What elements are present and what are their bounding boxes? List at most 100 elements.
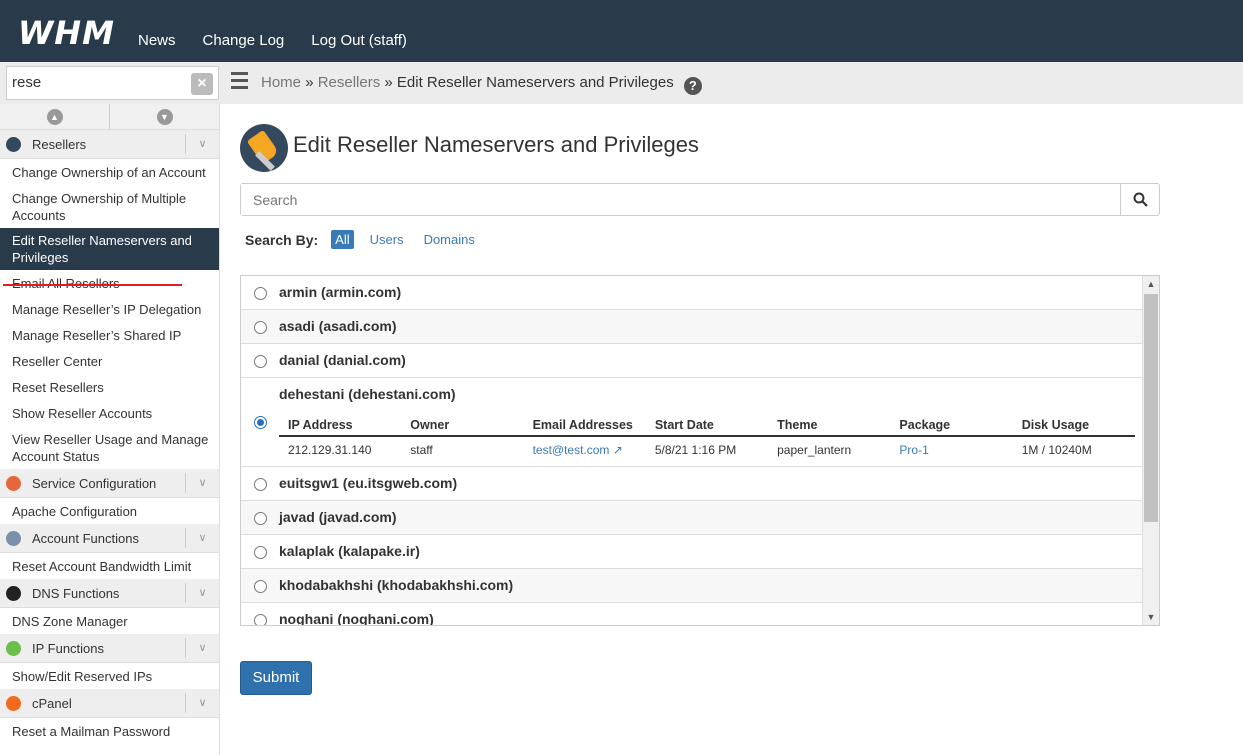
breadcrumb-separator: » [305, 74, 314, 91]
column-header: Theme [777, 418, 818, 432]
sidebar-search-input[interactable] [12, 67, 182, 97]
reseller-radio[interactable] [254, 478, 267, 491]
search-by-all[interactable]: All [331, 230, 354, 249]
menu-collapse-icon[interactable] [226, 72, 248, 92]
list-item[interactable]: armin (armin.com) [241, 276, 1143, 310]
search-by: Search By: All Users Domains [245, 230, 491, 249]
sidebar-scroll-down[interactable]: ▼ [109, 104, 219, 129]
wrench-icon [6, 476, 21, 491]
scrollbar-thumb[interactable] [1144, 294, 1158, 522]
search-button[interactable] [1120, 184, 1159, 215]
ip-address: 212.129.31.140 [288, 443, 372, 457]
chevron-down-icon[interactable]: ∨ [185, 638, 219, 658]
detail-value-row: 212.129.31.140 staff test@test.com ↗ 5/8… [279, 437, 1135, 457]
user-icon [6, 531, 21, 546]
package-link[interactable]: Pro-1 [899, 443, 928, 457]
search-by-users[interactable]: Users [366, 230, 408, 249]
reseller-radio[interactable] [254, 321, 267, 334]
sidebar-category-cpanel[interactable]: cPanel ∨ [0, 689, 219, 718]
sidebar-item-reserved-ips[interactable]: Show/Edit Reserved IPs [0, 663, 219, 689]
list-item[interactable]: noghani (noghani.com) [241, 603, 1143, 625]
sidebar-item-shared-ip[interactable]: Manage Reseller’s Shared IP [0, 322, 219, 348]
search-input[interactable] [241, 184, 1101, 215]
nav-change-log[interactable]: Change Log [203, 32, 285, 49]
reseller-radio[interactable] [254, 416, 267, 429]
help-icon[interactable]: ? [683, 77, 702, 95]
nav-logout[interactable]: Log Out (staff) [311, 32, 407, 49]
sidebar-item-change-ownership-multiple[interactable]: Change Ownership of Multiple Accounts [0, 185, 219, 228]
list-item[interactable]: danial (danial.com) [241, 344, 1143, 378]
sidebar-item-edit-reseller[interactable]: Edit Reseller Nameservers and Privileges [0, 228, 219, 270]
sidebar-item-mailman[interactable]: Reset a Mailman Password [0, 718, 219, 744]
annotation-underline [3, 284, 182, 286]
category-label: DNS Functions [32, 586, 120, 601]
sidebar-category-account[interactable]: Account Functions ∨ [0, 524, 219, 553]
reseller-detail-table: IP Address Owner Email Addresses Start D… [279, 418, 1135, 457]
sidebar-item-dns-zone[interactable]: DNS Zone Manager [0, 608, 219, 634]
sidebar-item-reseller-center[interactable]: Reseller Center [0, 348, 219, 374]
list-item[interactable]: asadi (asadi.com) [241, 310, 1143, 344]
column-header: Owner [410, 418, 450, 432]
chevron-down-icon[interactable]: ∨ [185, 528, 219, 548]
list-item[interactable]: kalaplak (kalapake.ir) [241, 535, 1143, 569]
sidebar-item-apache[interactable]: Apache Configuration [0, 498, 219, 524]
list-item-selected[interactable]: dehestani (dehestani.com) IP Address Own… [241, 378, 1143, 467]
sidebar-item-view-reseller-usage[interactable]: View Reseller Usage and Manage Account S… [0, 426, 219, 469]
reseller-name: javad (javad.com) [279, 509, 397, 525]
chevron-down-icon[interactable]: ∨ [185, 134, 219, 154]
sidebar-category-service[interactable]: Service Configuration ∨ [0, 469, 219, 498]
email-cell: test@test.com ↗ [524, 443, 646, 457]
chevron-down-icon[interactable]: ∨ [185, 473, 219, 493]
chevron-down-icon[interactable]: ∨ [185, 583, 219, 603]
search-icon [1133, 192, 1148, 207]
top-bar: WHM News Change Log Log Out (staff) [0, 0, 1243, 62]
detail-header-row: IP Address Owner Email Addresses Start D… [279, 418, 1135, 437]
whm-logo[interactable]: WHM [18, 14, 115, 52]
sidebar-item-change-ownership[interactable]: Change Ownership of an Account [0, 159, 219, 185]
scroll-down-icon[interactable]: ▼ [1143, 609, 1159, 625]
breadcrumb-separator: » [384, 74, 393, 91]
scroll-up-icon[interactable]: ▲ [1143, 276, 1159, 292]
reseller-radio[interactable] [254, 546, 267, 559]
list-item[interactable]: khodabakhshi (khodabakhshi.com) [241, 569, 1143, 603]
sidebar-category-ip[interactable]: IP Functions ∨ [0, 634, 219, 663]
list-item[interactable]: euitsgw1 (eu.itsgweb.com) [241, 467, 1143, 501]
breadcrumb-home[interactable]: Home [261, 74, 301, 91]
sidebar-item-email-resellers[interactable]: Email All Resellers [0, 270, 219, 296]
reseller-name: kalaplak (kalapake.ir) [279, 543, 420, 559]
column-header: Disk Usage [1021, 418, 1090, 432]
sidebar-item-show-reseller-accounts[interactable]: Show Reseller Accounts [0, 400, 219, 426]
list-scrollbar[interactable]: ▲ ▼ [1142, 276, 1159, 625]
search-by-domains[interactable]: Domains [420, 230, 479, 249]
external-link-icon[interactable]: ↗ [613, 443, 623, 457]
reseller-radio[interactable] [254, 614, 267, 625]
breadcrumb-resellers[interactable]: Resellers [318, 74, 381, 91]
submit-button[interactable]: Submit [240, 661, 312, 695]
sidebar-scroll-up[interactable]: ▲ [0, 104, 109, 129]
nav-news[interactable]: News [138, 32, 176, 49]
clear-search-icon[interactable]: × [191, 73, 213, 95]
theme: paper_lantern [777, 443, 852, 457]
reseller-radio[interactable] [254, 512, 267, 525]
column-header: Start Date [654, 418, 714, 432]
start-date: 5/8/21 1:16 PM [654, 443, 737, 457]
sidebar-category-dns[interactable]: DNS Functions ∨ [0, 579, 219, 608]
reseller-radio[interactable] [254, 580, 267, 593]
chevron-down-icon[interactable]: ∨ [185, 693, 219, 713]
sidebar-category-resellers[interactable]: Resellers ∨ [0, 130, 219, 159]
column-header: Package [899, 418, 951, 432]
category-label: Service Configuration [32, 476, 157, 491]
email-link[interactable]: test@test.com [533, 443, 610, 457]
reseller-name: armin (armin.com) [279, 284, 402, 300]
resellers-tag-icon [6, 137, 21, 152]
sidebar-item-ip-delegation[interactable]: Manage Reseller’s IP Delegation [0, 296, 219, 322]
list-item[interactable]: javad (javad.com) [241, 501, 1143, 535]
reseller-name: danial (danial.com) [279, 352, 406, 368]
reseller-radio[interactable] [254, 355, 267, 368]
reseller-name: khodabakhshi (khodabakhshi.com) [279, 577, 514, 593]
sidebar-item-reset-bandwidth[interactable]: Reset Account Bandwidth Limit [0, 553, 219, 579]
sidebar-item-reset-resellers[interactable]: Reset Resellers [0, 374, 219, 400]
column-header: Email Addresses [532, 418, 633, 432]
sidebar-scroll-controls: ▲ ▼ [0, 104, 219, 130]
reseller-radio[interactable] [254, 287, 267, 300]
